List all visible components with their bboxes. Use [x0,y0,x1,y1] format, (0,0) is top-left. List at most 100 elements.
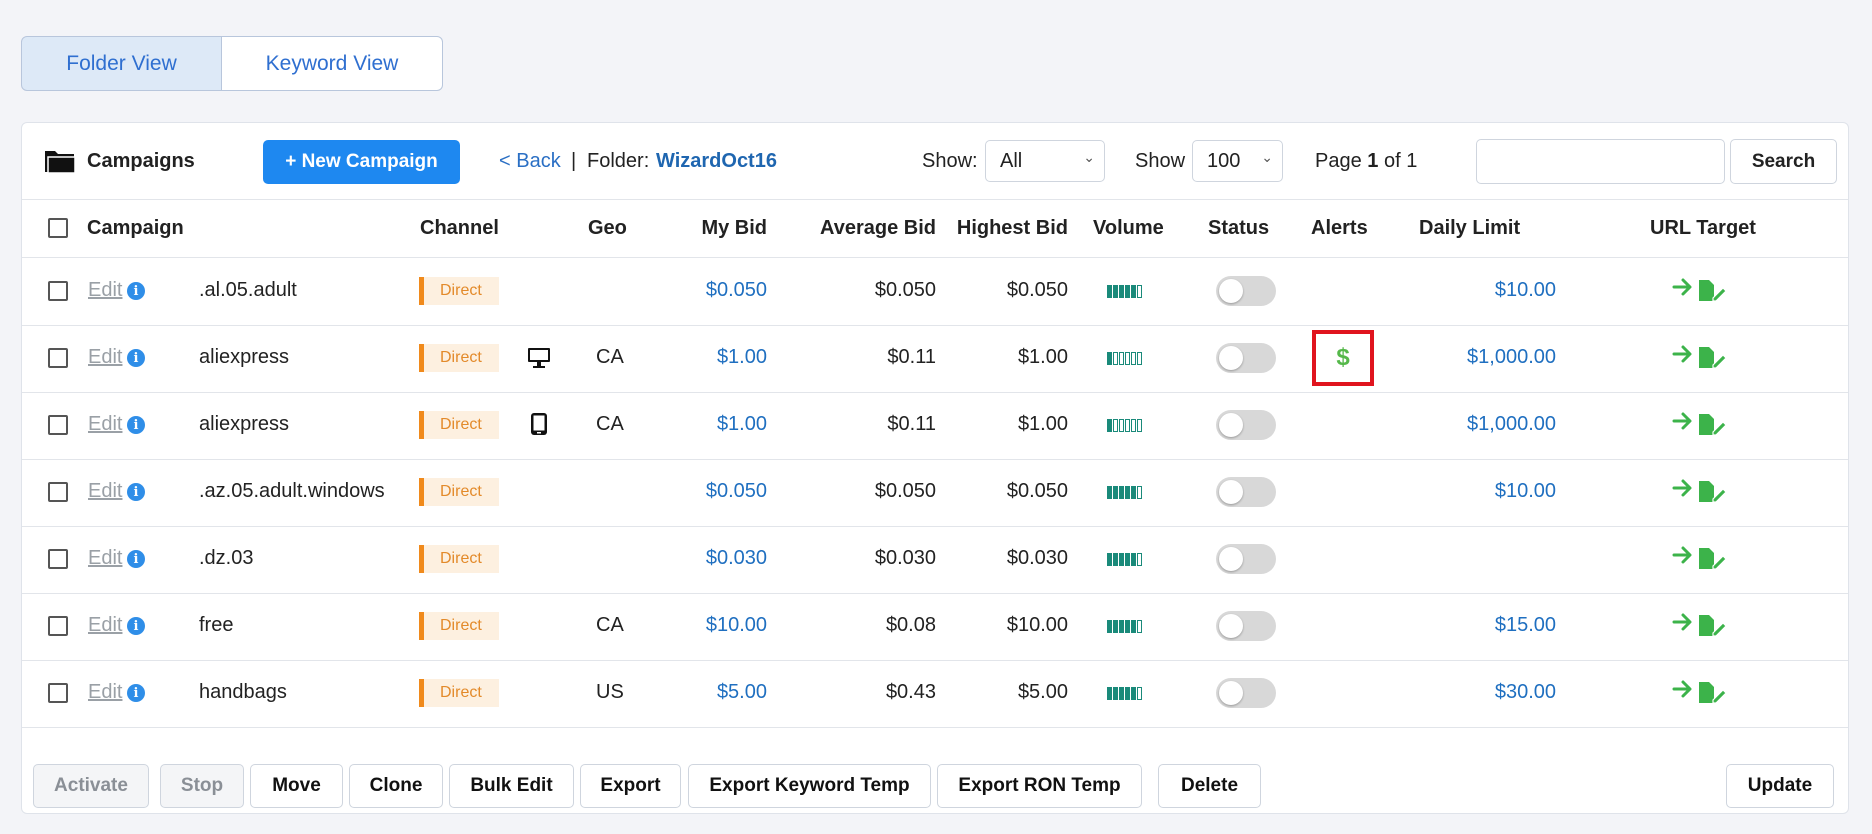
volume-bar [1119,352,1124,365]
col-my-bid[interactable]: My Bid [642,217,767,240]
info-icon[interactable]: i [127,349,145,367]
row-checkbox[interactable] [48,415,68,435]
activate-button[interactable]: Activate [33,764,149,808]
volume-meter [1107,553,1142,566]
my-bid-value[interactable]: $0.050 [642,480,767,503]
status-toggle[interactable] [1216,343,1276,373]
status-toggle[interactable] [1216,477,1276,507]
table-row: Edit i .dz.03 Direct $0.030 $0.030 $0.030 [22,526,1848,594]
edit-link[interactable]: Edit [88,681,122,704]
export-keyword-temp-button[interactable]: Export Keyword Temp [688,764,931,808]
status-toggle[interactable] [1216,678,1276,708]
daily-limit-value[interactable]: $10.00 [1332,279,1556,302]
col-highest-bid[interactable]: Highest Bid [922,217,1068,240]
export-button[interactable]: Export [580,764,681,808]
show-filter-label: Show: [922,150,978,172]
channel-badge: Direct [419,478,499,506]
volume-bar [1107,687,1112,700]
table-row: Edit i aliexpress Direct CA $1.00 $0.11 $1.00 $ $… [22,325,1848,393]
info-icon[interactable]: i [127,550,145,568]
edit-link[interactable]: Edit [88,279,122,302]
daily-limit-value[interactable]: $10.00 [1332,480,1556,503]
toolbar: Campaigns + New Campaign < Back | Folder… [22,123,1848,200]
info-icon[interactable]: i [127,684,145,702]
url-target-icon[interactable] [1672,678,1728,706]
col-average-bid[interactable]: Average Bid [762,217,936,240]
folder-icon [44,148,76,179]
volume-bar [1113,620,1118,633]
info-icon[interactable]: i [127,483,145,501]
my-bid-value[interactable]: $0.050 [642,279,767,302]
row-checkbox[interactable] [48,549,68,569]
row-checkbox[interactable] [48,348,68,368]
col-status[interactable]: Status [1208,217,1269,240]
url-target-icon[interactable] [1672,544,1728,572]
clone-button[interactable]: Clone [349,764,443,808]
edit-link[interactable]: Edit [88,547,122,570]
edit-link[interactable]: Edit [88,480,122,503]
url-target-icon[interactable] [1672,477,1728,505]
col-daily-limit[interactable]: Daily Limit [1419,217,1520,240]
row-checkbox[interactable] [48,616,68,636]
back-link[interactable]: < Back [499,150,561,173]
edit-link[interactable]: Edit [88,346,122,369]
per-page-select[interactable]: 100 ⌄ [1192,140,1283,182]
update-button[interactable]: Update [1726,764,1834,808]
stop-button[interactable]: Stop [160,764,244,808]
col-geo[interactable]: Geo [588,217,627,240]
geo-value: CA [596,413,624,435]
url-target-icon[interactable] [1672,611,1728,639]
volume-bar [1131,486,1136,499]
highest-bid-value: $1.00 [1017,346,1068,368]
campaign-name: free [199,614,234,636]
row-checkbox[interactable] [48,482,68,502]
daily-limit-value[interactable]: $15.00 [1332,614,1556,637]
url-target-icon[interactable] [1672,343,1728,371]
col-volume[interactable]: Volume [1093,217,1164,240]
volume-bar [1119,620,1124,633]
my-bid-value[interactable]: $10.00 [642,614,767,637]
my-bid-value[interactable]: $5.00 [642,681,767,704]
export-ron-temp-button[interactable]: Export RON Temp [937,764,1142,808]
row-checkbox[interactable] [48,683,68,703]
daily-limit-value[interactable]: $30.00 [1332,681,1556,704]
average-bid-value: $0.050 [874,279,936,301]
move-button[interactable]: Move [250,764,343,808]
status-toggle[interactable] [1216,611,1276,641]
url-target-icon[interactable] [1672,410,1728,438]
status-toggle[interactable] [1216,544,1276,574]
col-campaign[interactable]: Campaign [87,217,184,240]
volume-bar [1119,486,1124,499]
search-input[interactable] [1476,139,1725,184]
info-icon[interactable]: i [127,617,145,635]
campaign-name: .al.05.adult [199,279,297,301]
info-icon[interactable]: i [127,416,145,434]
edit-link[interactable]: Edit [88,614,122,637]
status-toggle[interactable] [1216,410,1276,440]
info-icon[interactable]: i [127,282,145,300]
select-all-checkbox[interactable] [48,218,68,238]
search-button[interactable]: Search [1730,139,1837,184]
col-channel[interactable]: Channel [420,217,499,240]
table-header: Campaign Channel Geo My Bid Average Bid … [22,199,1848,258]
url-target-icon[interactable] [1672,276,1728,304]
row-checkbox[interactable] [48,281,68,301]
folder-label: Folder: [587,150,650,172]
show-filter-select[interactable]: All ⌄ [985,140,1105,182]
new-campaign-button[interactable]: + New Campaign [263,140,460,184]
volume-bar [1119,687,1124,700]
daily-limit-value[interactable]: $1,000.00 [1332,413,1556,436]
my-bid-value[interactable]: $0.030 [642,547,767,570]
folder-view-tab[interactable]: Folder View [21,36,222,91]
delete-button[interactable]: Delete [1158,764,1261,808]
status-toggle[interactable] [1216,276,1276,306]
keyword-view-tab[interactable]: Keyword View [222,36,443,91]
daily-limit-value[interactable]: $1,000.00 [1332,346,1556,369]
my-bid-value[interactable]: $1.00 [642,346,767,369]
volume-bar [1113,687,1118,700]
my-bid-value[interactable]: $1.00 [642,413,767,436]
edit-link[interactable]: Edit [88,413,122,436]
geo-value: US [596,681,624,703]
bulk-edit-button[interactable]: Bulk Edit [449,764,574,808]
volume-meter [1107,620,1142,633]
